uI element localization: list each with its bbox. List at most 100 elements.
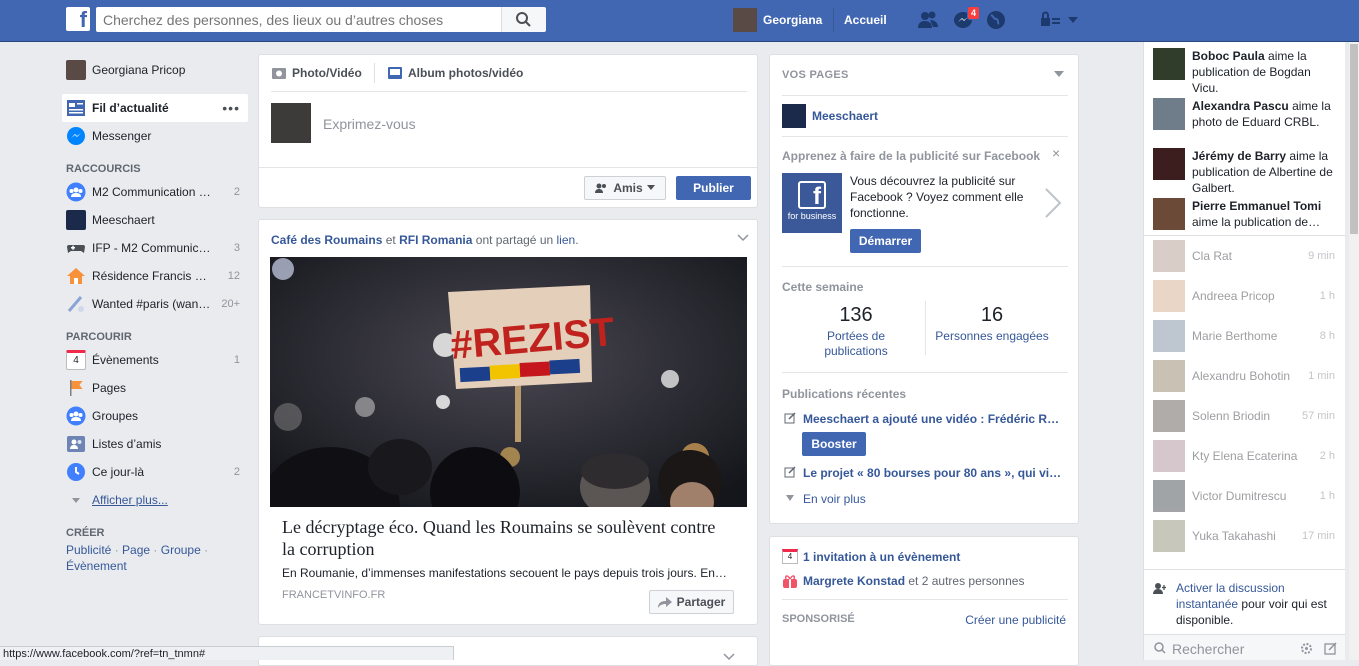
chevron-down-icon[interactable] <box>737 234 749 242</box>
home-link[interactable]: Accueil <box>833 8 887 32</box>
contact-item[interactable]: Yuka Takahashi 17 min <box>1144 516 1345 556</box>
chevron-down-icon <box>646 185 655 190</box>
paris-group-icon <box>67 296 84 312</box>
page-name: Meeschaert <box>812 109 879 123</box>
contact-item[interactable]: Andreea Pricop 1 h <box>1144 276 1345 316</box>
reach-stat[interactable]: 136 Portées de publications <box>782 304 930 359</box>
engaged-stat[interactable]: 16 Personnes engagées <box>926 304 1058 343</box>
chevron-down-icon[interactable] <box>1064 10 1086 30</box>
recent-post-link[interactable]: Meeschaert a ajouté une vidéo : Frédéric… <box>803 412 1065 426</box>
create-ad-link[interactable]: Publicité <box>66 543 111 557</box>
news-feed-icon <box>67 100 85 116</box>
recent-post-link[interactable]: Le projet « 80 bourses pour 80 ans », qu… <box>803 466 1065 480</box>
friend-requests-icon[interactable] <box>917 10 939 30</box>
shortcuts-heading: RACCOURCIS <box>66 163 141 175</box>
ticker-item[interactable]: Pierre Emmanuel Tomi aime la publication… <box>1144 192 1345 235</box>
more-options-icon[interactable]: ••• <box>222 100 240 116</box>
share-button[interactable]: Partager <box>649 590 734 614</box>
share-icon <box>657 596 672 608</box>
sidebar-item-shortcut[interactable]: IFP - M2 Communica… 3 <box>62 234 248 262</box>
chevron-down-icon <box>786 495 794 501</box>
close-icon[interactable]: × <box>1052 145 1060 161</box>
avatar <box>1153 198 1185 230</box>
gear-icon[interactable] <box>1300 642 1313 655</box>
search-icon <box>1154 642 1166 654</box>
sidebar-item-shortcut[interactable]: Wanted #paris (want… 20+ <box>62 290 248 318</box>
chevron-down-icon[interactable] <box>1054 71 1064 77</box>
profile-link[interactable]: Georgiana <box>733 8 822 32</box>
divider <box>782 136 1068 137</box>
sidebar-item-news-feed[interactable]: Fil d’actualité ••• <box>62 94 248 122</box>
post-composer: Photo/Vidéo Album photos/vidéo Exprimez-… <box>258 54 758 208</box>
ad-heading: Apprenez à faire de la publicité sur Fac… <box>782 149 1041 163</box>
sidebar-item-on-this-day[interactable]: Ce jour-là 2 <box>62 458 248 486</box>
ticker-item[interactable]: Boboc Paula aime la publication de Bogda… <box>1144 42 1345 95</box>
page-link[interactable]: Meeschaert <box>782 104 878 128</box>
count-badge: 2 <box>233 186 240 198</box>
contact-item[interactable]: Marie Berthome 8 h <box>1144 316 1345 356</box>
boost-button[interactable]: Booster <box>802 432 866 456</box>
see-more-link[interactable]: En voir plus <box>803 492 866 506</box>
audience-selector[interactable]: Amis <box>584 176 666 200</box>
ticker-item[interactable]: Jérémy de Barry aime la publication de A… <box>1144 142 1345 195</box>
sidebar-item-groups[interactable]: Groupes <box>62 402 248 430</box>
composer-tab-photo[interactable]: Photo/Vidéo <box>271 65 362 81</box>
create-ad-link[interactable]: Créer une publicité <box>965 613 1066 627</box>
chat-search-input[interactable]: Rechercher <box>1172 641 1244 657</box>
search-button[interactable] <box>501 7 546 32</box>
avatar <box>1153 320 1185 352</box>
contact-item[interactable]: Solenn Briodin 57 min <box>1144 396 1345 436</box>
create-page-link[interactable]: Page <box>122 543 150 557</box>
explore-heading: PARCOURIR <box>66 331 132 343</box>
panel-heading: VOS PAGES <box>782 69 849 81</box>
birthday-name-link[interactable]: Margrete Konstad <box>803 574 905 588</box>
event-invitation-link[interactable]: 1 invitation à un évènement <box>803 550 960 564</box>
privacy-lock-icon[interactable] <box>1040 10 1062 30</box>
composer-tab-album[interactable]: Album photos/vidéo <box>387 65 523 81</box>
search-input[interactable] <box>96 7 501 32</box>
publish-button[interactable]: Publier <box>676 176 751 200</box>
sidebar-item-shortcut[interactable]: M2 Communication … 2 <box>62 178 248 206</box>
start-button[interactable]: Démarrer <box>850 229 921 253</box>
actor-link[interactable]: Café des Roumains <box>271 233 382 247</box>
create-group-link[interactable]: Groupe <box>161 543 201 557</box>
messages-badge: 4 <box>967 6 981 20</box>
sidebar-item-friend-lists[interactable]: Listes d’amis <box>62 430 248 458</box>
sidebar-item-shortcut[interactable]: Meeschaert <box>62 206 248 234</box>
birthday-line: Margrete Konstad et 2 autres personnes <box>803 574 1025 588</box>
contact-item[interactable]: Kty Elena Ecaterina 2 h <box>1144 436 1345 476</box>
sidebar-item-pages[interactable]: Pages <box>62 374 248 402</box>
contact-item[interactable]: Victor Dumitrescu 1 h <box>1144 476 1345 516</box>
compose-icon[interactable] <box>1324 642 1337 655</box>
birthday-gift-icon <box>783 575 797 588</box>
notifications-globe-icon[interactable] <box>985 10 1007 30</box>
create-heading: CRÉER <box>66 527 105 539</box>
status-input[interactable]: Exprimez-vous <box>323 116 416 132</box>
chat-user-icon <box>1153 583 1166 594</box>
create-links: Publicité · Page · Groupe · Évènement <box>66 543 209 573</box>
sidebar-item-events[interactable]: 4 Évènements 1 <box>62 346 248 374</box>
share-label: Partager <box>676 595 726 609</box>
sidebar-item-shortcut[interactable]: Résidence Francis d… 12 <box>62 262 248 290</box>
sidebar-item-label: Évènements <box>92 353 159 367</box>
link-preview-image[interactable]: #REZIST <box>270 257 747 507</box>
avatar <box>1153 400 1185 432</box>
reminders-panel: 4 1 invitation à un évènement Margrete K… <box>769 536 1079 666</box>
link-title[interactable]: Le décryptage éco. Quand les Roumains se… <box>282 516 732 560</box>
ticker-item[interactable]: Alexandra Pascu aime la photo de Eduard … <box>1144 92 1345 142</box>
create-event-link[interactable]: Évènement <box>66 559 127 573</box>
scrollbar-thumb[interactable] <box>1350 44 1358 234</box>
contact-item[interactable]: Cla Rat 9 min <box>1144 236 1345 276</box>
facebook-logo[interactable]: f <box>66 7 90 32</box>
reach-label: Portées de publications <box>824 329 888 358</box>
see-more-label: Afficher plus... <box>92 493 168 507</box>
actor-link[interactable]: RFI Romania <box>399 233 472 247</box>
sidebar-item-profile[interactable]: Georgiana Pricop <box>62 56 248 84</box>
sidebar-item-messenger[interactable]: Messenger <box>62 122 248 150</box>
avatar <box>1153 48 1185 80</box>
link-word[interactable]: lien <box>557 233 576 247</box>
contact-item[interactable]: Alexandru Bohotin 1 min <box>1144 356 1345 396</box>
see-more-link[interactable]: Afficher plus... <box>62 486 248 514</box>
search-icon <box>516 12 531 27</box>
chevron-right-icon[interactable] <box>1042 187 1064 219</box>
